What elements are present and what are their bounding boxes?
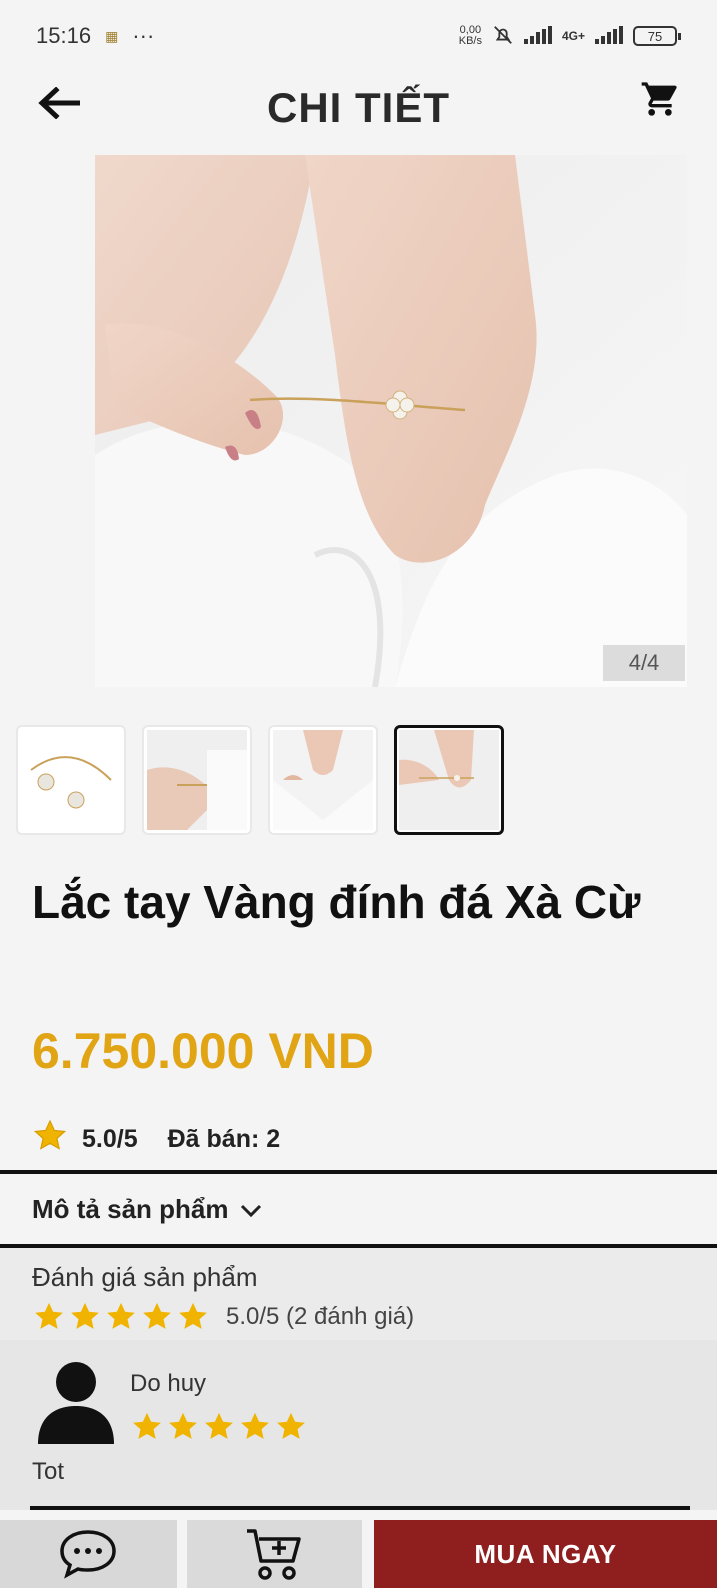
star-icon [107, 1302, 135, 1329]
app-header: CHI TIẾT [0, 72, 717, 144]
summary-stars [32, 1300, 210, 1334]
chat-button[interactable] [0, 1520, 177, 1588]
star-icon [35, 1302, 63, 1329]
star-icon [169, 1412, 197, 1439]
star-icon [205, 1412, 233, 1439]
image-counter: 4/4 [603, 645, 685, 681]
sold-count: Đã bán: 2 [167, 1125, 281, 1153]
bottom-action-bar: MUA NGAY [0, 1520, 717, 1588]
product-title: Lắc tay Vàng đính đá Xà Cừ [32, 876, 641, 928]
reviews-score: 5.0/5 (2 đánh giá) [226, 1303, 415, 1330]
notification-icon: ▦ [105, 27, 119, 44]
star-icon [179, 1302, 207, 1329]
product-photo [95, 155, 687, 687]
net-speed: 0,00 KB/s [458, 24, 482, 47]
description-label: Mô tả sản phẩm [32, 1193, 229, 1224]
mute-bell-icon [492, 24, 514, 49]
status-time: 15:16 [36, 23, 92, 48]
cart-plus-icon [247, 1529, 302, 1580]
star-icon [71, 1302, 99, 1329]
add-to-cart-button[interactable] [186, 1520, 362, 1588]
divider [30, 1506, 690, 1510]
buy-now-button[interactable]: MUA NGAY [373, 1520, 717, 1588]
reviewer-name: Do huy [130, 1370, 207, 1397]
arrow-left-icon[interactable] [36, 80, 82, 126]
more-notifications: ··· [132, 23, 155, 48]
shopping-cart-icon[interactable] [637, 76, 683, 122]
thumbnail-1[interactable] [16, 725, 126, 835]
thumbnail-2[interactable] [142, 725, 252, 835]
star-icon [277, 1412, 305, 1439]
network-type: 4G+ [561, 29, 585, 43]
page-title: CHI TIẾT [267, 84, 450, 131]
product-rating: 5.0/5 [82, 1125, 138, 1153]
review-stars [130, 1410, 308, 1444]
thumbnail-4[interactable] [394, 725, 504, 835]
star-icon [143, 1302, 171, 1329]
battery-icon: 75 [633, 26, 681, 46]
description-toggle[interactable]: Mô tả sản phẩm [0, 1170, 717, 1248]
reviews-section: Đánh giá sản phẩm 5.0/5 (2 đánh giá) Do … [0, 1248, 717, 1510]
thumbnail-strip [16, 725, 504, 835]
chevron-down-icon [240, 1194, 262, 1225]
product-main-image[interactable]: 4/4 [95, 155, 687, 687]
status-bar: 15:16 ▦ ··· 0,00 KB/s 4G+ 75 [0, 0, 717, 72]
star-icon [241, 1412, 269, 1439]
star-icon [133, 1412, 161, 1439]
rating-row: 5.0/5 Đã bán: 2 [32, 1118, 280, 1161]
star-icon [32, 1118, 68, 1161]
review-text: Tot [32, 1458, 65, 1485]
reviews-title: Đánh giá sản phẩm [32, 1262, 258, 1292]
user-avatar-icon [36, 1360, 116, 1444]
signal-icon [523, 25, 552, 47]
review-item: Do huy Tot [0, 1340, 717, 1510]
product-price: 6.750.000 VND [32, 1023, 374, 1079]
reviews-summary: 5.0/5 (2 đánh giá) [32, 1300, 414, 1334]
chat-bubble-icon [60, 1530, 117, 1579]
thumbnail-3[interactable] [268, 725, 378, 835]
signal-icon-2 [595, 25, 623, 47]
